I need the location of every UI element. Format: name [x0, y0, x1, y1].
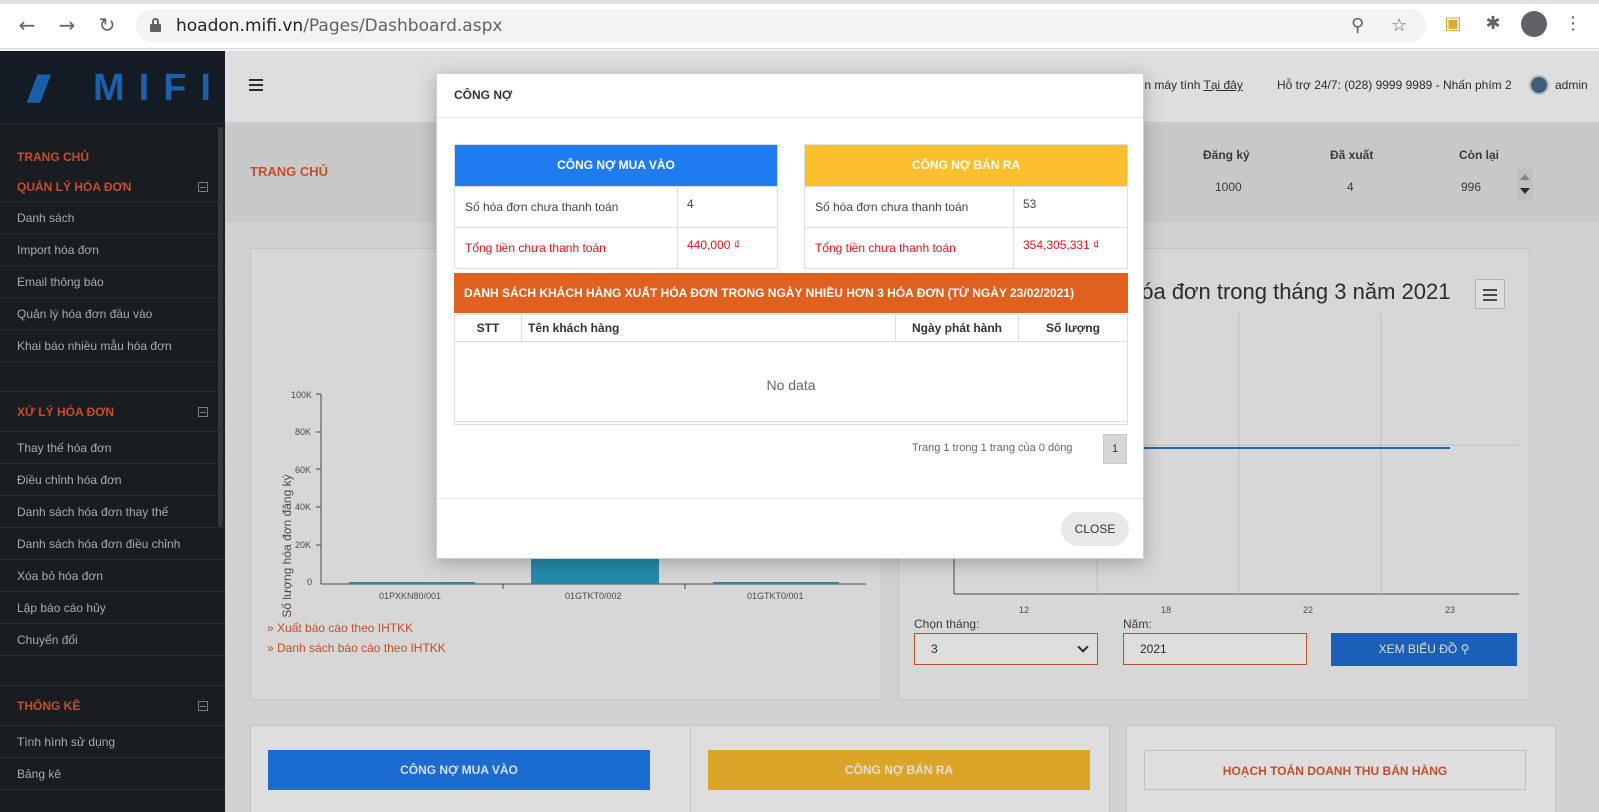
bookmark-star-icon[interactable]: ☆	[1391, 15, 1407, 36]
table-bottom-line	[455, 421, 1127, 422]
modal-title: CÔNG NỢ	[454, 88, 513, 102]
tab-strip	[0, 0, 1599, 4]
no-data-message: No data	[766, 377, 816, 393]
buy-unpaid-label: Số hóa đơn chưa thanh toán	[465, 200, 619, 214]
sell-unpaid-label: Số hóa đơn chưa thanh toán	[815, 200, 969, 214]
header-divider	[455, 341, 1127, 342]
sell-total-row: Tổng tiền chưa thanh toán 354,305,331 ₫	[805, 227, 1127, 268]
buy-total-row: Tổng tiền chưa thanh toán 440,000 ₫	[455, 227, 777, 268]
customers-header: DANH SÁCH KHÁCH HÀNG XUẤT HÓA ĐƠN TRONG …	[454, 273, 1128, 313]
address-bar[interactable]: hoadon.mifi.vn/Pages/Dashboard.aspx ⚲ ☆	[136, 9, 1426, 42]
url-text: hoadon.mifi.vn/Pages/Dashboard.aspx	[176, 16, 503, 36]
profile-icon[interactable]	[1521, 11, 1547, 37]
lock-icon	[150, 18, 161, 32]
buy-unpaid-row: Số hóa đơn chưa thanh toán 4	[455, 186, 777, 227]
cell-divider	[1013, 187, 1014, 227]
pager-info: Trang 1 trong 1 trang của 0 dòng	[912, 442, 1073, 454]
close-button[interactable]: CLOSE	[1061, 512, 1129, 546]
buy-total-label: Tổng tiền chưa thanh toán	[465, 241, 606, 255]
cell-divider	[677, 187, 678, 227]
extension-notes-icon[interactable]: ▣	[1443, 14, 1463, 34]
back-icon[interactable]: ←	[16, 14, 38, 36]
buy-unpaid-value: 4	[687, 197, 694, 211]
buy-debt-header: CÔNG NỢ MUA VÀO	[455, 145, 777, 186]
browser-menu-icon[interactable]: ⋮	[1563, 14, 1583, 34]
customers-table: STT Tên khách hàng Ngày phát hành Số lượ…	[454, 314, 1128, 425]
cell-divider	[677, 228, 678, 268]
forward-icon[interactable]: →	[56, 14, 78, 36]
buy-debt-card: CÔNG NỢ MUA VÀO Số hóa đơn chưa thanh to…	[454, 144, 778, 269]
column-header[interactable]: Ngày phát hành	[896, 315, 1019, 341]
modal-footer-divider	[437, 498, 1143, 499]
reload-icon[interactable]: ↻	[96, 14, 118, 36]
column-header[interactable]: Số lượng	[1019, 315, 1127, 341]
buy-total-value: 440,000 ₫	[687, 238, 740, 252]
zoom-icon[interactable]: ⚲	[1351, 15, 1364, 36]
sell-total-value: 354,305,331 ₫	[1023, 238, 1100, 252]
sell-total-label: Tổng tiền chưa thanh toán	[815, 241, 956, 255]
sell-unpaid-row: Số hóa đơn chưa thanh toán 53	[805, 186, 1127, 227]
debt-modal: CÔNG NỢ CÔNG NỢ MUA VÀO Số hóa đơn chưa …	[436, 73, 1144, 559]
column-header[interactable]: Tên khách hàng	[522, 315, 896, 341]
browser-toolbar: ← → ↻ hoadon.mifi.vn/Pages/Dashboard.asp…	[0, 0, 1599, 49]
modal-divider	[437, 117, 1143, 118]
page-button[interactable]: 1	[1103, 434, 1127, 464]
sell-debt-card: CÔNG NỢ BÁN RA Số hóa đơn chưa thanh toá…	[804, 144, 1128, 269]
cell-divider	[1013, 228, 1014, 268]
column-header[interactable]: STT	[455, 315, 522, 341]
sell-debt-header: CÔNG NỢ BÁN RA	[805, 145, 1127, 186]
sell-unpaid-value: 53	[1023, 197, 1037, 211]
extensions-puzzle-icon[interactable]: ✱	[1483, 14, 1503, 34]
